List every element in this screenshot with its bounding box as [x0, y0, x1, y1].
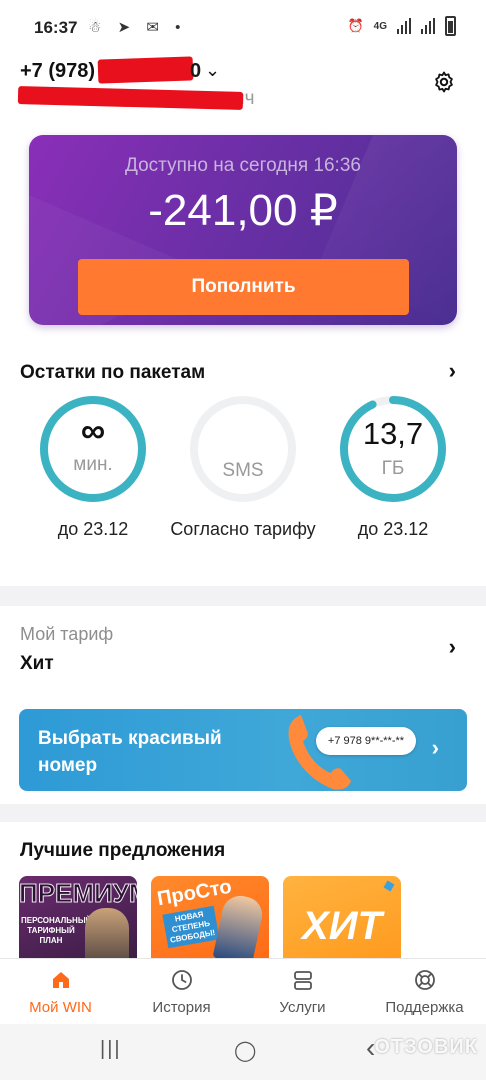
recents-button[interactable]: |||: [100, 1038, 122, 1061]
balance-section: Доступно на сегодня 16:36 -241,00 ₽ Попо…: [0, 118, 486, 354]
tab-label: Поддержка: [385, 999, 464, 1016]
number-bubble: +7 978 9**-**-**: [316, 727, 416, 755]
alarm-icon: ⏰: [347, 18, 364, 33]
tab-label: Мой WIN: [29, 999, 92, 1016]
offer-subtitle: НОВАЯ СТЕПЕНЬ СВОБОДЫ!: [162, 905, 220, 949]
confetti-decoration: [383, 880, 395, 892]
internet-unit: ГБ: [381, 458, 405, 479]
network-type-label: 4G: [373, 20, 387, 32]
system-navigation-bar: ||| ◯ ‹ ОТЗОВИК: [0, 1024, 486, 1080]
redaction-mark: [97, 56, 194, 84]
chevron-down-icon[interactable]: ⌄: [205, 60, 220, 81]
chevron-right-icon[interactable]: ›: [449, 358, 456, 384]
tab-history[interactable]: История: [121, 959, 242, 1025]
beautiful-number-section: Выбрать красивый номер +7 978 9**-**-** …: [0, 692, 486, 804]
offer-person-image: [212, 892, 266, 962]
sms-unit: SMS: [222, 460, 264, 481]
internet-amount: 13,7: [362, 416, 424, 451]
status-right-icons: ⏰ 4G: [347, 16, 456, 36]
tab-services[interactable]: Услуги: [242, 959, 363, 1025]
offer-person-image: [85, 908, 129, 962]
packages-title: Остатки по пакетам: [20, 362, 206, 383]
minutes-unit: мин.: [73, 454, 113, 475]
internet-package[interactable]: 13,7 ГБ: [338, 394, 448, 504]
infinity-icon: ∞: [80, 412, 106, 450]
tab-support[interactable]: Поддержка: [363, 959, 486, 1025]
account-phone[interactable]: +7 (978): [20, 60, 95, 83]
signal-icon: [397, 18, 411, 34]
tab-label: Услуги: [279, 999, 326, 1016]
tariff-label: Мой тариф: [20, 624, 114, 644]
home-button[interactable]: ◯: [234, 1038, 256, 1063]
offer-card-prosto[interactable]: ПроСто НОВАЯ СТЕПЕНЬ СВОБОДЫ!: [151, 876, 269, 962]
account-header: +7 (978) 0 ⌄ ХХХХХХХХХХХХТольевич: [0, 56, 486, 118]
offer-title: ПРЕМИУМ: [19, 878, 137, 909]
chevron-right-icon[interactable]: ›: [449, 634, 456, 660]
services-icon: [293, 971, 312, 990]
lifebuoy-icon: [414, 970, 435, 990]
topup-button[interactable]: Пополнить: [78, 259, 409, 315]
beautiful-number-banner[interactable]: Выбрать красивый номер +7 978 9**-**-** …: [19, 709, 467, 791]
offer-card-premium[interactable]: ПРЕМИУМ ПЕРСОНАЛЬНЫЙ ТАРИФНЫЙ ПЛАН: [19, 876, 137, 962]
chevron-right-icon[interactable]: ›: [432, 735, 439, 761]
signal-icon-2: [421, 18, 435, 34]
sms-caption: Согласно тарифу: [170, 519, 316, 539]
status-time: 16:37: [34, 18, 78, 37]
offers-title: Лучшие предложения: [20, 840, 226, 861]
internet-caption: до 23.12: [357, 519, 429, 539]
minutes-package[interactable]: ∞ мин.: [38, 394, 148, 504]
tab-my-win[interactable]: Мой WIN: [0, 959, 121, 1025]
balance-amount: -241,00 ₽: [148, 186, 338, 235]
account-phone-suffix: 0: [190, 60, 202, 82]
status-bar: 16:37 ☃ ➤ ✉ • ⏰ 4G: [0, 0, 486, 56]
bottom-tab-bar: Мой WIN История Услуги Поддержка: [0, 958, 486, 1024]
clock-icon: [171, 970, 192, 990]
gear-icon[interactable]: [432, 70, 456, 94]
tariff-name: Хит: [20, 653, 54, 674]
sms-package[interactable]: SMS: [188, 394, 298, 504]
beautiful-number-text: Выбрать красивый номер: [38, 728, 222, 776]
offer-title: ХИТ: [302, 904, 382, 948]
balance-label: Доступно на сегодня 16:36: [125, 155, 361, 176]
packages-section: Остатки по пакетам › ∞ мин. до 23.12 SMS…: [0, 354, 486, 586]
watermark: ОТЗОВИК: [374, 1036, 478, 1058]
tab-label: История: [152, 999, 211, 1016]
balance-card: Доступно на сегодня 16:36 -241,00 ₽ Попо…: [29, 135, 457, 325]
offer-subtitle: ПЕРСОНАЛЬНЫЙ ТАРИФНЫЙ ПЛАН: [21, 916, 92, 945]
tariff-row[interactable]: Мой тариф Хит ›: [0, 606, 486, 692]
home-icon: [52, 972, 69, 988]
minutes-caption: до 23.12: [57, 519, 129, 539]
sms-ring: [190, 396, 296, 502]
battery-icon: [445, 16, 456, 36]
offer-title: ПроСто: [155, 876, 234, 911]
offers-section: Лучшие предложения ПРЕМИУМ ПЕРСОНАЛЬНЫЙ …: [0, 822, 486, 962]
offer-card-hit[interactable]: ХИТ: [283, 876, 401, 962]
notification-icons: ☃ ➤ ✉ •: [88, 19, 187, 36]
